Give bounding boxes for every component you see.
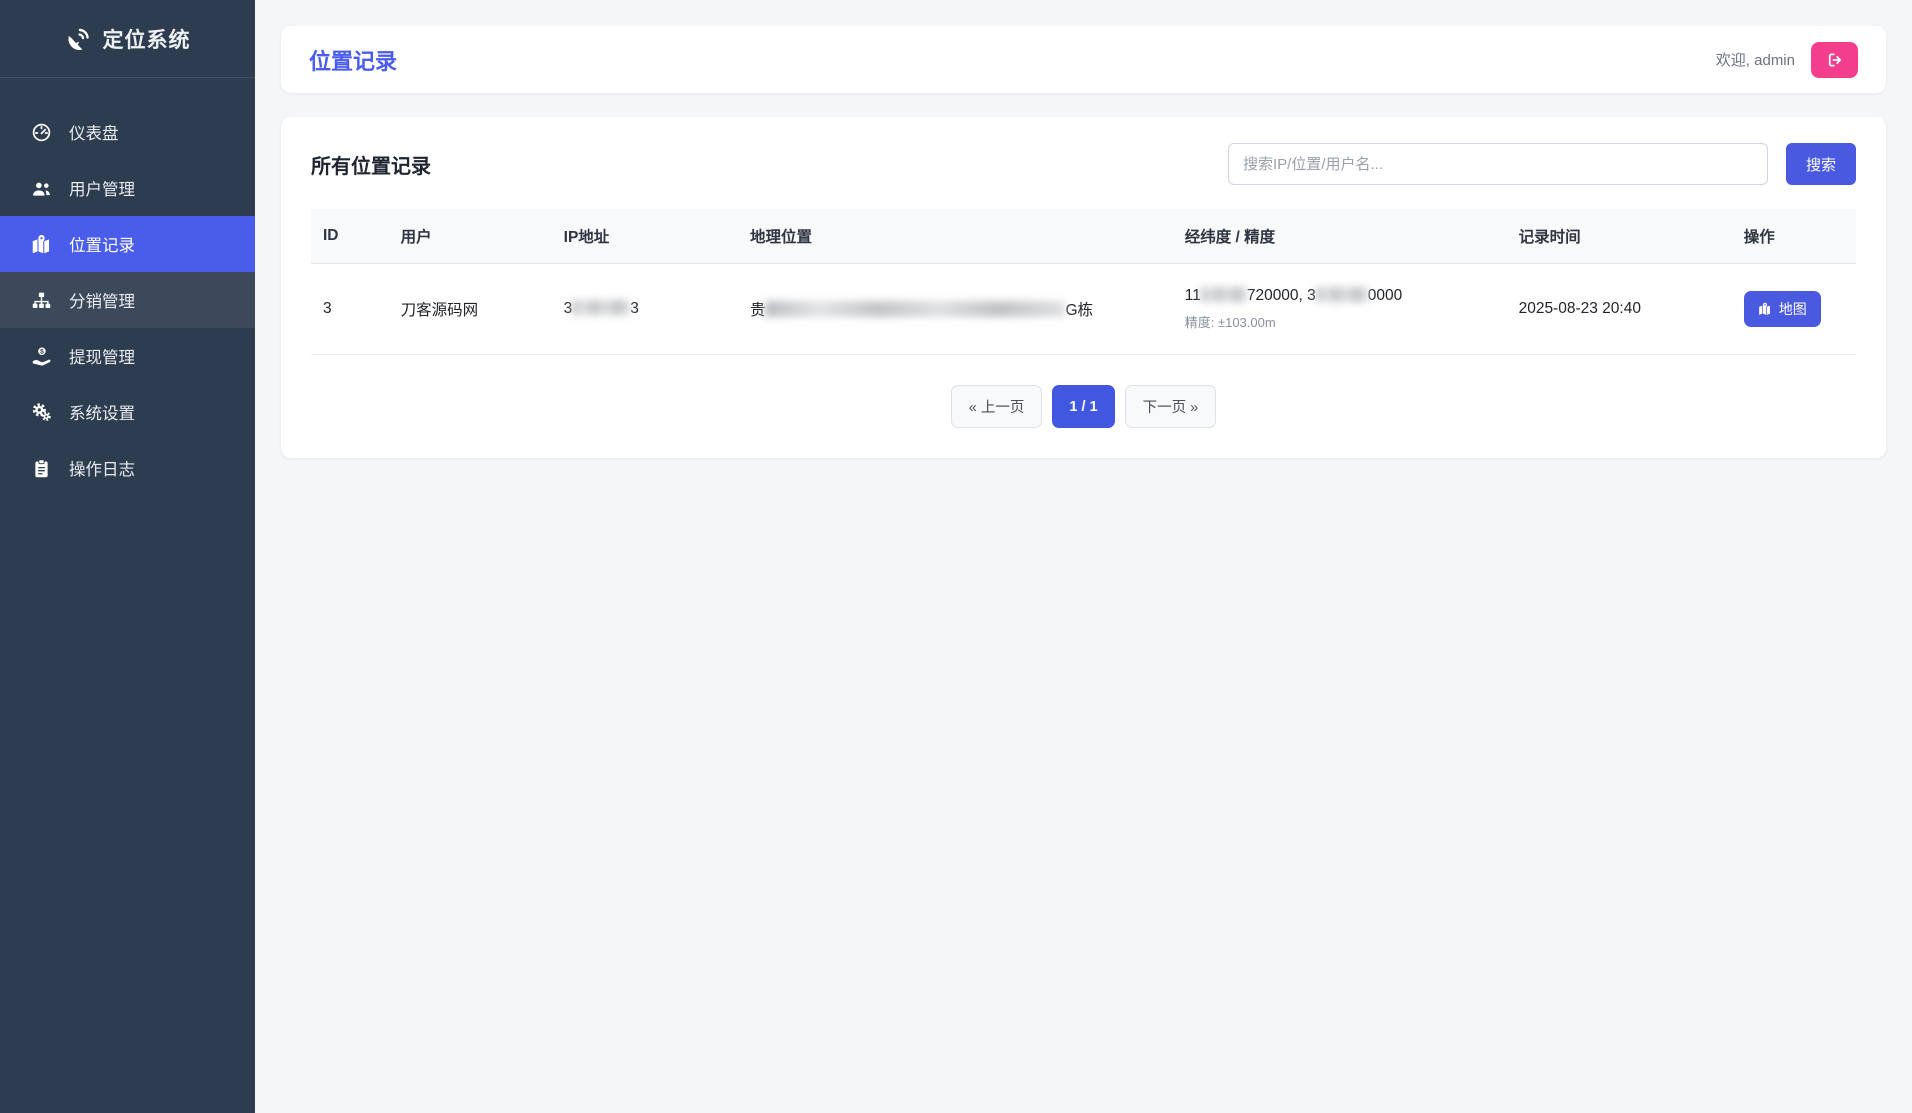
sidebar-item-location-records[interactable]: 位置记录 <box>0 216 255 272</box>
column-header-location: 地理位置 <box>738 209 1173 264</box>
column-header-coords: 经纬度 / 精度 <box>1173 209 1507 264</box>
cell-location: 贵G栋 <box>738 264 1173 355</box>
sidebar-item-logs[interactable]: 操作日志 <box>0 440 255 496</box>
dashboard-icon <box>30 121 52 143</box>
cell-ip: 33 <box>552 264 738 355</box>
prev-page-button[interactable]: « 上一页 <box>951 385 1043 428</box>
current-page-indicator[interactable]: 1 / 1 <box>1052 385 1114 428</box>
users-icon <box>30 177 52 199</box>
header-right: 欢迎, admin <box>1716 42 1858 78</box>
map-icon <box>1758 302 1772 316</box>
map-marker-icon <box>30 233 52 255</box>
panel-title: 所有位置记录 <box>311 150 431 179</box>
search-input[interactable] <box>1228 143 1768 185</box>
search-group: 搜索 <box>1228 143 1856 185</box>
page-title: 位置记录 <box>309 44 397 76</box>
pagination: « 上一页 1 / 1 下一页 » <box>311 385 1856 428</box>
column-header-time: 记录时间 <box>1507 209 1732 264</box>
cell-user: 刀客源码网 <box>389 264 552 355</box>
map-button[interactable]: 地图 <box>1744 291 1821 327</box>
hand-holding-dollar-icon: $ <box>30 345 52 367</box>
main-content: 位置记录 欢迎, admin 所有位置记录 搜索 ID <box>255 0 1912 1113</box>
table-row: 3 刀客源码网 33 贵G栋 11720000, 30000 精度: ±103.… <box>311 264 1856 355</box>
panel-head: 所有位置记录 搜索 <box>311 143 1856 185</box>
map-button-label: 地图 <box>1779 299 1807 319</box>
column-header-id: ID <box>311 209 389 264</box>
sidebar-item-label: 用户管理 <box>69 176 135 200</box>
redacted-location <box>765 301 1065 317</box>
clipboard-icon <box>30 457 52 479</box>
next-page-button[interactable]: 下一页 » <box>1125 385 1217 428</box>
cell-time: 2025-08-23 20:40 <box>1507 264 1732 355</box>
sidebar-item-distribution[interactable]: 分销管理 <box>0 272 255 328</box>
sidebar-item-label: 提现管理 <box>69 344 135 368</box>
app-title: 定位系统 <box>103 24 191 54</box>
redacted-ip <box>572 300 630 315</box>
records-panel: 所有位置记录 搜索 ID 用户 IP地址 地理位置 经纬度 / 精度 记录时间 … <box>281 117 1886 458</box>
records-table: ID 用户 IP地址 地理位置 经纬度 / 精度 记录时间 操作 3 刀客源码网… <box>311 209 1856 355</box>
column-header-actions: 操作 <box>1732 209 1856 264</box>
sidebar-item-label: 位置记录 <box>69 232 135 256</box>
sidebar-item-label: 仪表盘 <box>69 120 119 144</box>
app-logo: 定位系统 <box>0 0 255 78</box>
redacted-coords-1 <box>1201 287 1247 302</box>
column-header-user: 用户 <box>389 209 552 264</box>
column-header-ip: IP地址 <box>552 209 738 264</box>
cell-coords: 11720000, 30000 精度: ±103.00m <box>1173 264 1507 355</box>
table-header-row: ID 用户 IP地址 地理位置 经纬度 / 精度 记录时间 操作 <box>311 209 1856 264</box>
sitemap-icon <box>30 289 52 311</box>
sidebar-nav: 仪表盘 用户管理 位置记录 <box>0 104 255 496</box>
satellite-dish-icon <box>65 26 91 52</box>
redacted-coords-2 <box>1316 287 1368 302</box>
page-header: 位置记录 欢迎, admin <box>281 26 1886 93</box>
sidebar-item-label: 操作日志 <box>69 456 135 480</box>
sidebar-item-withdrawals[interactable]: $ 提现管理 <box>0 328 255 384</box>
sidebar-item-label: 分销管理 <box>69 288 135 312</box>
logout-button[interactable] <box>1811 42 1858 78</box>
gears-icon <box>30 401 52 423</box>
sidebar-item-users[interactable]: 用户管理 <box>0 160 255 216</box>
cell-actions: 地图 <box>1732 264 1856 355</box>
welcome-text: 欢迎, admin <box>1716 49 1795 70</box>
sidebar-item-settings[interactable]: 系统设置 <box>0 384 255 440</box>
coords-line: 11720000, 30000 <box>1185 287 1495 305</box>
sidebar-item-dashboard[interactable]: 仪表盘 <box>0 104 255 160</box>
cell-id: 3 <box>311 264 389 355</box>
accuracy-text: 精度: ±103.00m <box>1185 312 1495 331</box>
sidebar-item-label: 系统设置 <box>69 400 135 424</box>
sign-out-icon <box>1826 51 1844 69</box>
search-button[interactable]: 搜索 <box>1786 143 1856 185</box>
svg-text:$: $ <box>40 348 44 355</box>
sidebar: 定位系统 仪表盘 用户管理 <box>0 0 255 1113</box>
